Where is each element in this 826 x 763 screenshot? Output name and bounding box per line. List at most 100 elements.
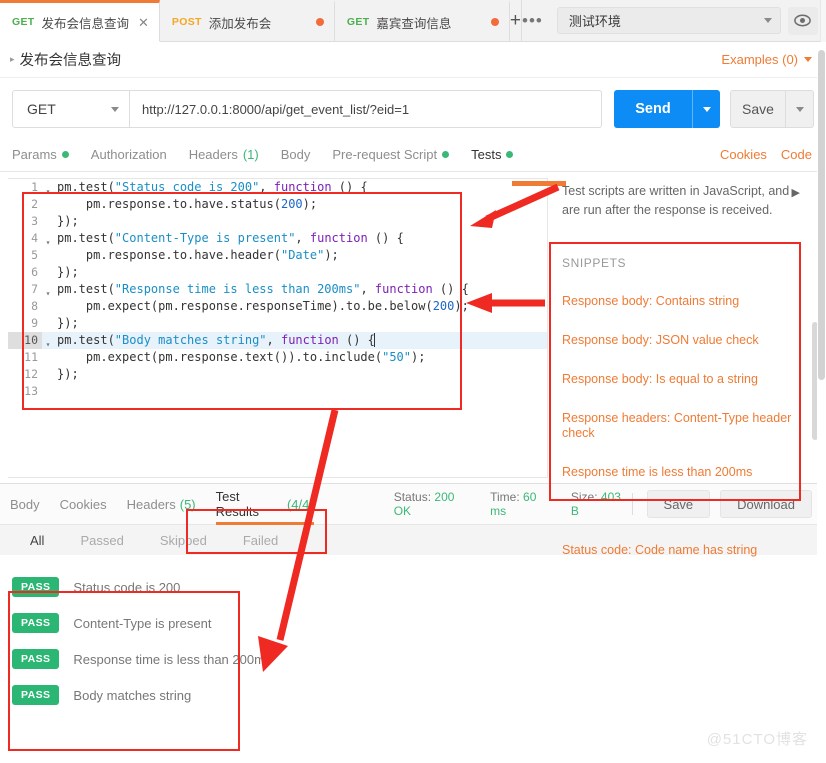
size-meta: Size: 403 B xyxy=(571,490,632,518)
environment-quick-look-button[interactable] xyxy=(787,6,818,35)
line-number: 7 xyxy=(31,282,38,296)
code-line[interactable]: 11 pm.expect(pm.response.text()).to.incl… xyxy=(8,349,547,366)
request-url-bar: GET http://127.0.0.1:8000/api/get_event_… xyxy=(0,78,826,138)
save-request-button[interactable]: Save xyxy=(730,90,786,128)
fold-toggle-icon[interactable] xyxy=(42,247,54,251)
chevron-down-icon xyxy=(795,106,804,112)
request-tab[interactable]: GET 嘉宾查询信息 xyxy=(334,0,510,41)
response-tab-body[interactable]: Body xyxy=(10,483,40,525)
response-tab-headers[interactable]: Headers (5) xyxy=(127,483,196,525)
request-tab-pre-request-script[interactable]: Pre-request Script xyxy=(332,138,450,172)
tab-label: Cookies xyxy=(59,496,107,512)
tab-count: (4/4) xyxy=(286,496,314,512)
filter-passed[interactable]: Passed xyxy=(62,525,141,555)
code-line[interactable]: 2 pm.response.to.have.status(200); xyxy=(8,196,547,213)
tab-strip: GET 发布会信息查询 ✕ POST 添加发布会 GET 嘉宾查询信息 + ••• 测试环境 xyxy=(0,0,826,42)
code-text: pm.response.to.have.header("Date"); xyxy=(57,248,339,262)
code-link[interactable]: Code xyxy=(781,147,812,162)
postman-window: GET 发布会信息查询 ✕ POST 添加发布会 GET 嘉宾查询信息 + ••• 测试环境 xyxy=(0,0,826,763)
line-number: 10 xyxy=(8,332,42,349)
save-options-button[interactable] xyxy=(786,90,814,128)
line-number: 5 xyxy=(31,248,38,262)
time-label: Time: xyxy=(490,490,520,504)
code-text: }); xyxy=(57,367,79,381)
code-lines[interactable]: 1 ▾ pm.test("Status code is 200", function… xyxy=(8,179,547,477)
snippet-item[interactable]: Response body: Is equal to a string xyxy=(562,372,812,387)
code-line[interactable]: 12}); xyxy=(8,366,547,383)
examples-dropdown[interactable]: Examples (0) xyxy=(721,52,812,67)
code-line[interactable]: 5 pm.response.to.have.header("Date"); xyxy=(8,247,547,264)
fold-toggle-icon[interactable] xyxy=(42,349,54,353)
request-tab-tests[interactable]: Tests xyxy=(471,138,514,172)
code-line[interactable]: 4 ▾ pm.test("Content-Type is present", fun… xyxy=(8,230,547,247)
code-line[interactable]: 10 ▾ pm.test("Body matches string", functi… xyxy=(8,332,547,349)
status-badge: PASS xyxy=(12,613,60,633)
request-tab[interactable]: GET 发布会信息查询 ✕ xyxy=(0,0,160,42)
fold-toggle-icon[interactable] xyxy=(42,298,54,302)
request-tab-params[interactable]: Params xyxy=(12,138,69,172)
filter-skipped[interactable]: Skipped xyxy=(142,525,225,555)
code-line[interactable]: 6}); xyxy=(8,264,547,281)
test-result-row: PASS Content-Type is present xyxy=(0,605,826,641)
fold-toggle-icon[interactable] xyxy=(42,383,54,387)
code-line[interactable]: 7 ▾ pm.test("Response time is less than 20… xyxy=(8,281,547,298)
fold-toggle-icon[interactable] xyxy=(42,196,54,200)
fold-toggle-icon[interactable] xyxy=(42,264,54,268)
code-line[interactable]: 13 xyxy=(8,383,547,400)
code-line[interactable]: 1 ▾ pm.test("Status code is 200", function… xyxy=(8,179,547,196)
status-badge: PASS xyxy=(12,649,60,669)
main-scrollbar-track[interactable] xyxy=(817,42,826,763)
expand-panel-icon[interactable]: ▶ xyxy=(792,186,800,199)
code-editor[interactable]: 1 ▾ pm.test("Status code is 200", function… xyxy=(8,178,548,478)
snippet-item[interactable]: Response body: Contains string xyxy=(562,294,812,309)
request-tab-body[interactable]: Body xyxy=(281,138,311,172)
send-options-button[interactable] xyxy=(692,90,720,128)
test-result-row: PASS Status code is 200 xyxy=(0,569,826,605)
environment-selector[interactable]: 测试环境 xyxy=(556,7,781,34)
main-scrollbar-thumb[interactable] xyxy=(818,50,825,380)
snippet-item[interactable]: Response body: JSON value check xyxy=(562,333,812,348)
active-dot-icon xyxy=(61,151,69,158)
snippet-item[interactable]: Response headers: Content-Type header ch… xyxy=(562,411,812,441)
code-editor-panel: 1 ▾ pm.test("Status code is 200", function… xyxy=(0,172,548,483)
tab-overflow-menu[interactable]: ••• xyxy=(522,0,543,41)
cookies-link[interactable]: Cookies xyxy=(720,147,767,162)
send-button[interactable]: Send xyxy=(614,90,692,128)
response-meta: Status: 200 OK Time: 60 ms Size: 403 B xyxy=(394,490,632,518)
filter-failed[interactable]: Failed xyxy=(225,525,296,555)
save-response-button[interactable]: Save xyxy=(646,490,711,518)
close-icon[interactable]: ✕ xyxy=(136,16,151,29)
request-section-tabs: Params Authorization Headers (1) Body Pre-req… xyxy=(0,138,826,172)
request-tab[interactable]: POST 添加发布会 xyxy=(159,0,335,41)
test-results-list: PASS Status code is 200 PASS Content-Type i… xyxy=(0,555,826,713)
code-line[interactable]: 8 pm.expect(pm.response.responseTime).to… xyxy=(8,298,547,315)
test-name: Status code is 200 xyxy=(73,579,181,595)
download-response-button[interactable]: Download xyxy=(720,490,812,518)
snippets-panel: Test scripts are written in JavaScript, … xyxy=(548,172,826,557)
code-text: pm.expect(pm.response.text()).to.include… xyxy=(57,350,426,364)
filter-all[interactable]: All xyxy=(12,525,62,555)
expand-arrow-icon[interactable]: ▸ xyxy=(10,54,15,65)
fold-toggle-icon[interactable] xyxy=(42,366,54,370)
environment-name: 测试环境 xyxy=(568,14,621,29)
snippet-item[interactable]: Response time is less than 200ms xyxy=(562,465,812,480)
http-method-selector[interactable]: GET xyxy=(12,90,130,128)
line-number: 1 xyxy=(31,180,38,194)
response-tab-cookies[interactable]: Cookies xyxy=(60,483,107,525)
text-caret xyxy=(373,333,375,347)
code-line[interactable]: 9}); xyxy=(8,315,547,332)
code-line[interactable]: 3}); xyxy=(8,213,547,230)
response-tab-test-results[interactable]: Test Results (4/4) xyxy=(215,483,314,525)
fold-toggle-icon[interactable] xyxy=(42,213,54,217)
fold-toggle-icon[interactable] xyxy=(42,315,54,319)
environment-controls: 测试环境 xyxy=(542,0,826,41)
request-url-input[interactable]: http://127.0.0.1:8000/api/get_event_list… xyxy=(130,90,602,128)
active-dot-icon xyxy=(506,151,514,158)
request-tab-authorization[interactable]: Authorization xyxy=(91,138,167,172)
line-number: 4 xyxy=(31,231,38,245)
snippet-item[interactable]: Status code: Code name has string xyxy=(562,543,812,558)
code-text: }); xyxy=(57,265,79,279)
request-tab-headers[interactable]: Headers (1) xyxy=(189,138,259,172)
response-tabs: Body Cookies Headers (5) Test Results (4/4) xyxy=(10,483,334,525)
new-tab-button[interactable]: + xyxy=(509,0,523,41)
